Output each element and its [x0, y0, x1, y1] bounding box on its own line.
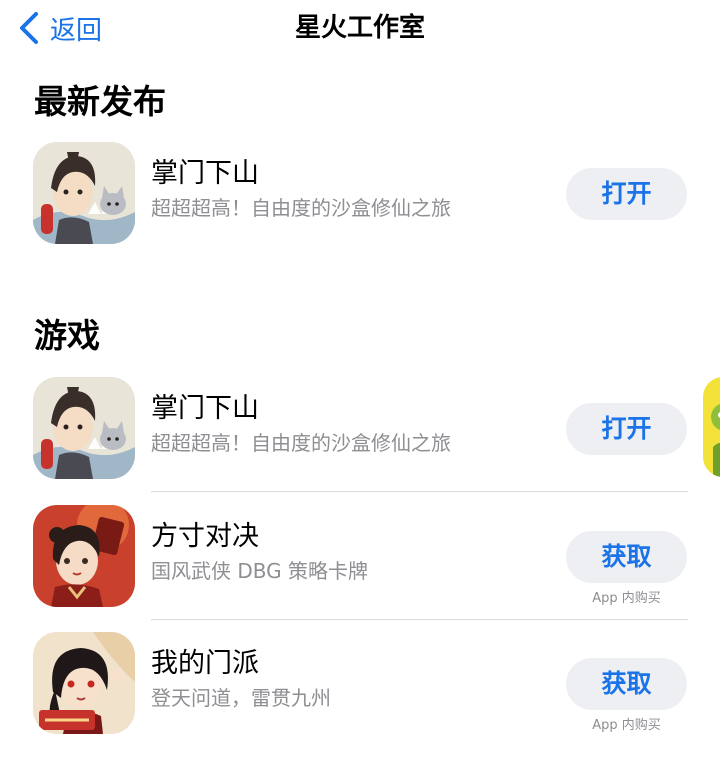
fangcun-duijue-app-icon[interactable] — [33, 505, 135, 607]
row-divider — [151, 619, 688, 620]
row-divider — [151, 491, 688, 492]
in-app-purchase-note: App 内购买 — [592, 591, 661, 606]
wode-menpai-app-icon[interactable] — [33, 632, 135, 734]
get-button[interactable]: 获取 — [566, 658, 687, 710]
open-button[interactable]: 打开 — [566, 168, 687, 220]
app-subtitle: 超超超高！自由度的沙盒修仙之旅 — [151, 431, 451, 455]
app-row-zhangmen-latest[interactable]: 掌门下山 超超超高！自由度的沙盒修仙之旅 打开 — [0, 142, 690, 246]
app-store-developer-page: 返回 星火工作室 最新发布 掌门下山 超超超高！自由度的沙盒修仙之旅 打开 游戏… — [0, 0, 720, 770]
app-subtitle: 登天问道，雷贯九州 — [151, 686, 331, 710]
navigation-bar: 返回 星火工作室 — [0, 0, 720, 56]
app-row-wode-menpai[interactable]: 我的门派 登天问道，雷贯九州 获取 App 内购买 — [0, 632, 690, 736]
app-name[interactable]: 掌门下山 — [151, 156, 259, 192]
in-app-purchase-note: App 内购买 — [592, 718, 661, 733]
section-title-games: 游戏 — [34, 316, 100, 355]
page-title: 星火工作室 — [294, 13, 425, 43]
open-button[interactable]: 打开 — [566, 403, 687, 455]
app-row-fangcun[interactable]: 方寸对决 国风武侠 DBG 策略卡牌 获取 App 内购买 — [0, 505, 690, 609]
app-name[interactable]: 掌门下山 — [151, 391, 259, 427]
zhangmen-xiashan-app-icon[interactable] — [33, 142, 135, 244]
get-button[interactable]: 获取 — [566, 531, 687, 583]
app-row-zhangmen-games[interactable]: 掌门下山 超超超高！自由度的沙盒修仙之旅 打开 — [0, 377, 690, 481]
app-subtitle: 超超超高！自由度的沙盒修仙之旅 — [151, 196, 451, 220]
next-app-icon-peek[interactable] — [703, 377, 720, 477]
app-name[interactable]: 方寸对决 — [151, 519, 259, 555]
section-title-latest: 最新发布 — [34, 82, 166, 121]
app-name[interactable]: 我的门派 — [151, 646, 259, 682]
zhangmen-xiashan-app-icon[interactable] — [33, 377, 135, 479]
app-subtitle: 国风武侠 DBG 策略卡牌 — [151, 559, 368, 583]
